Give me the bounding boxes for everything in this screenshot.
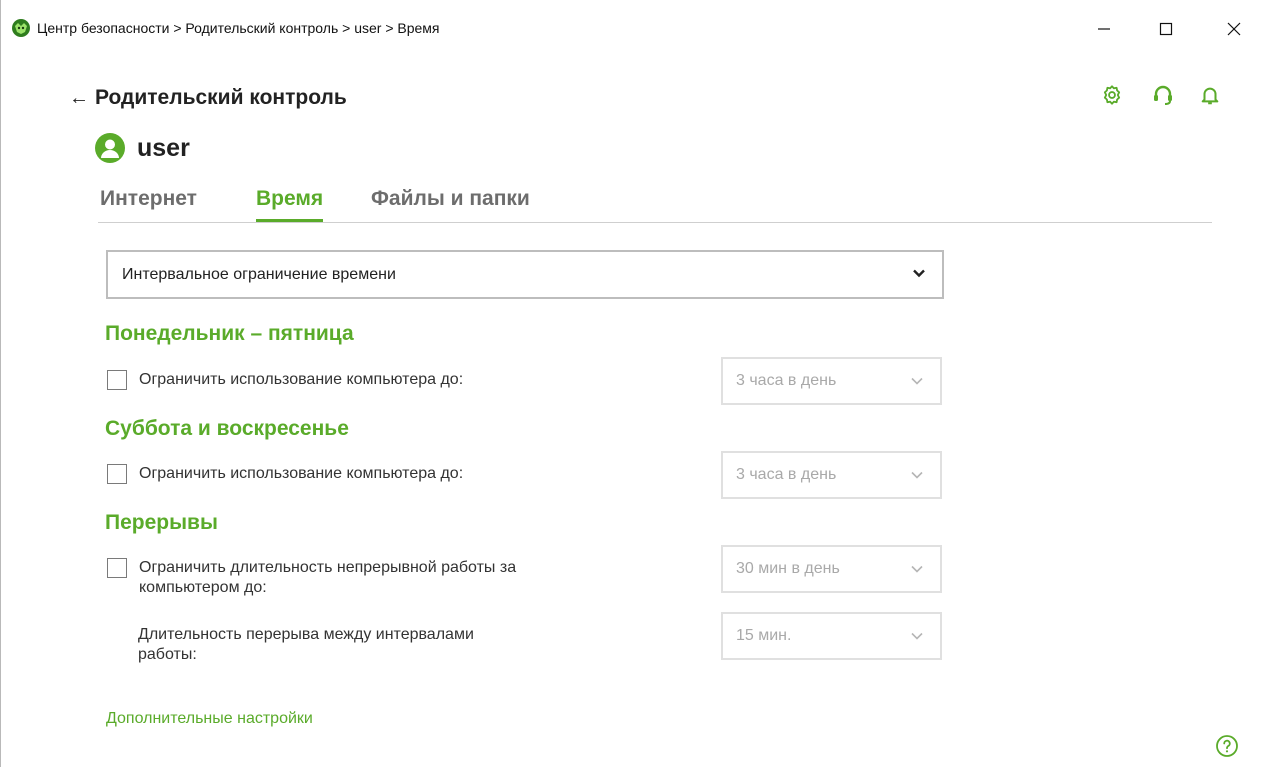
user-avatar-icon	[95, 133, 125, 163]
user-header: user	[95, 133, 190, 163]
weekdays-limit-label: Ограничить использование компьютера до:	[139, 371, 464, 388]
minimize-icon	[1098, 28, 1110, 30]
back-link-label: Родительский контроль	[95, 86, 347, 109]
restriction-mode-select[interactable]: Интервальное ограничение времени	[106, 250, 944, 299]
settings-icon	[1103, 85, 1121, 105]
title-bar: Центр безопасности > Родительский контро…	[1, 0, 1269, 58]
close-button[interactable]	[1211, 10, 1257, 48]
tab-internet[interactable]: Интернет	[100, 187, 197, 219]
weekend-limit-label: Ограничить использование компьютера до:	[139, 465, 464, 482]
weekend-limit-select[interactable]: 3 часа в день	[721, 451, 942, 499]
weekend-limit-checkbox[interactable]	[107, 464, 127, 484]
chevron-down-icon	[911, 377, 923, 385]
close-icon	[1227, 22, 1241, 36]
continuous-work-value: 30 мин в день	[736, 560, 840, 577]
additional-settings-link[interactable]: Дополнительные настройки	[106, 710, 313, 728]
break-duration-label-line2: работы:	[138, 646, 197, 663]
continuous-work-label: Ограничить длительность непрерывной рабо…	[139, 558, 516, 598]
weekdays-limit-row: Ограничить использование компьютера до:	[107, 370, 463, 390]
back-link[interactable]: ← Родительский контроль	[69, 86, 347, 110]
maximize-button[interactable]	[1143, 10, 1189, 48]
chevron-down-icon	[913, 269, 925, 278]
weekdays-limit-value: 3 часа в день	[736, 372, 837, 389]
weekdays-limit-select[interactable]: 3 часа в день	[721, 357, 942, 405]
window-title: Центр безопасности > Родительский контро…	[37, 20, 440, 36]
tab-files-folders[interactable]: Файлы и папки	[371, 187, 530, 219]
tab-bar: Интернет Время Файлы и папки	[98, 182, 1212, 223]
chevron-down-icon	[911, 471, 923, 479]
break-duration-label: Длительность перерыва между интервалами …	[138, 625, 578, 665]
maximize-icon	[1159, 22, 1173, 36]
weekend-limit-value: 3 часа в день	[736, 466, 837, 483]
tab-time[interactable]: Время	[256, 187, 324, 222]
app-window: Центр безопасности > Родительский контро…	[0, 0, 1269, 767]
continuous-work-label-line1: Ограничить длительность непрерывной рабо…	[139, 559, 517, 576]
break-duration-label-line1: Длительность перерыва между интервалами	[138, 626, 474, 643]
continuous-work-checkbox[interactable]	[107, 558, 127, 578]
chevron-down-icon	[911, 565, 923, 573]
user-name: user	[137, 133, 190, 162]
app-logo-icon	[12, 19, 30, 37]
back-arrow-icon: ←	[69, 86, 89, 109]
support-button[interactable]	[1148, 80, 1178, 110]
bell-icon	[1201, 87, 1219, 105]
support-icon	[1154, 85, 1172, 105]
settings-button[interactable]	[1097, 80, 1127, 110]
weekdays-limit-checkbox[interactable]	[107, 370, 127, 390]
chevron-down-icon	[911, 632, 923, 640]
continuous-work-row: Ограничить длительность непрерывной рабо…	[107, 558, 516, 598]
continuous-work-select[interactable]: 30 мин в день	[721, 545, 942, 593]
minimize-button[interactable]	[1081, 10, 1127, 48]
break-duration-value: 15 мин.	[736, 627, 792, 644]
weekend-limit-row: Ограничить использование компьютера до:	[107, 464, 463, 484]
weekend-heading: Суббота и воскресенье	[105, 417, 349, 440]
restriction-mode-value: Интервальное ограничение времени	[122, 265, 396, 283]
break-duration-select[interactable]: 15 мин.	[721, 612, 942, 660]
breaks-heading: Перерывы	[105, 511, 218, 534]
notifications-button[interactable]	[1195, 80, 1225, 110]
weekdays-heading: Понедельник – пятница	[105, 322, 354, 345]
help-icon[interactable]	[1215, 734, 1239, 758]
continuous-work-label-line2: компьютером до:	[139, 579, 267, 596]
